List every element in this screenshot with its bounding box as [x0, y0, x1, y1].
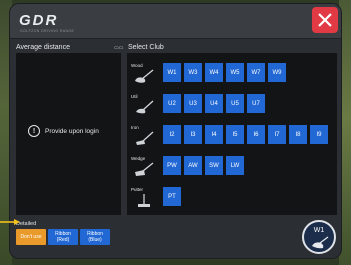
club-button-w3[interactable]: W3 [184, 63, 202, 82]
club-row-label: Putter [131, 187, 144, 192]
ribbon-red-sublabel: (Red) [56, 237, 70, 243]
login-message-text: Provide upon login [45, 127, 99, 135]
utility-club-icon [136, 100, 154, 114]
wedge-club-icon [135, 162, 154, 176]
exclamation-icon: ! [28, 125, 40, 137]
average-distance-panel: ! Provide upon login [16, 53, 121, 215]
club-row-putter: Putter PT [127, 183, 337, 213]
club-row-wedge: Wedge PW AW SW LW [127, 152, 337, 182]
club-selection-dialog: GDR GOLFZON DRIVING RANGE Average distan… [10, 4, 341, 258]
club-button-u4[interactable]: U4 [205, 94, 223, 113]
club-row-wood: Wood W1 W3 W4 W5 W7 W9 [127, 59, 337, 89]
current-club-badge[interactable]: W1 [302, 220, 336, 254]
ribbon-blue-button[interactable]: Ribbon (Blue) [80, 229, 110, 245]
dont-use-button[interactable]: Don't use [16, 229, 46, 245]
iron-club-icon [136, 131, 154, 145]
club-button-i2[interactable]: I2 [163, 125, 181, 144]
club-button-u7[interactable]: U7 [247, 94, 265, 113]
dialog-header: GDR GOLFZON DRIVING RANGE [10, 4, 341, 39]
club-button-i6[interactable]: I6 [247, 125, 265, 144]
club-button-i8[interactable]: I8 [289, 125, 307, 144]
gdr-logo: GDR [19, 12, 59, 29]
club-button-w4[interactable]: W4 [205, 63, 223, 82]
sort-icon[interactable]: ▭▭ [114, 45, 123, 51]
club-button-u2[interactable]: U2 [163, 94, 181, 113]
close-button[interactable] [312, 7, 338, 33]
club-button-lw[interactable]: LW [226, 156, 244, 175]
wood-club-icon [135, 69, 154, 83]
putter-club-icon [138, 194, 150, 207]
club-button-i4[interactable]: I4 [205, 125, 223, 144]
club-button-w5[interactable]: W5 [226, 63, 244, 82]
club-button-i9[interactable]: I9 [310, 125, 328, 144]
average-distance-title: Average distance [16, 44, 70, 51]
current-club-label: W1 [313, 227, 325, 234]
dont-use-label: Don't use [20, 234, 42, 240]
select-club-title: Select Club [128, 44, 164, 51]
club-selection-panel: Wood W1 W3 W4 W5 W7 W9 Util U2 U3 U4 U5 … [127, 53, 337, 215]
club-button-pw[interactable]: PW [163, 156, 181, 175]
club-button-w9[interactable]: W9 [268, 63, 286, 82]
club-row-label: Wedge [131, 156, 146, 161]
club-button-u3[interactable]: U3 [184, 94, 202, 113]
club-button-u5[interactable]: U5 [226, 94, 244, 113]
club-button-i7[interactable]: I7 [268, 125, 286, 144]
club-button-pt[interactable]: PT [163, 187, 181, 206]
club-button-w1[interactable]: W1 [163, 63, 181, 82]
pointer-arrow-icon [0, 219, 20, 225]
club-button-i5[interactable]: I5 [226, 125, 244, 144]
login-message: ! Provide upon login [28, 125, 123, 137]
club-row-iron: Iron I2 I3 I4 I5 I6 I7 I8 I9 [127, 121, 337, 151]
ribbon-blue-sublabel: (Blue) [88, 237, 102, 243]
close-icon [318, 13, 332, 27]
logo-subtitle: GOLFZON DRIVING RANGE [20, 29, 75, 33]
club-row-label: Iron [131, 125, 139, 130]
ribbon-red-button[interactable]: Ribbon (Red) [48, 229, 78, 245]
club-row-util: Util U2 U3 U4 U5 U7 [127, 90, 337, 120]
club-button-w7[interactable]: W7 [247, 63, 265, 82]
wood-club-icon [312, 236, 329, 249]
club-button-aw[interactable]: AW [184, 156, 202, 175]
club-row-label: Wood [131, 63, 143, 68]
club-button-sw[interactable]: SW [205, 156, 223, 175]
club-button-i3[interactable]: I3 [184, 125, 202, 144]
club-row-label: Util [131, 94, 138, 99]
